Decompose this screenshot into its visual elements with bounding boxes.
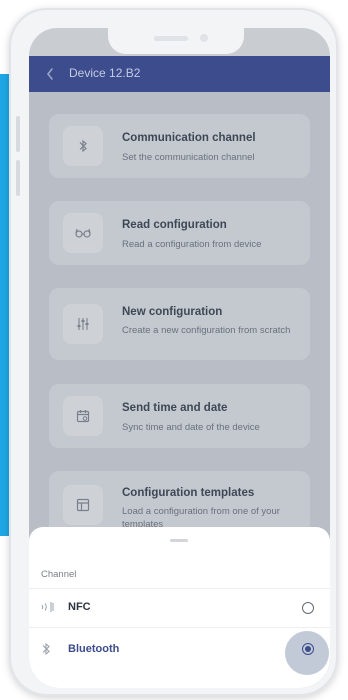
glasses-icon xyxy=(63,213,103,253)
front-camera xyxy=(200,34,208,42)
speaker xyxy=(154,36,188,41)
menu-item-read-configuration[interactable]: Read configuration Read a configuration … xyxy=(49,201,310,265)
template-icon xyxy=(63,485,103,525)
channel-bottom-sheet: Channel NFC Bluetooth xyxy=(29,527,330,688)
phone-notch xyxy=(108,28,244,54)
sheet-label: Channel xyxy=(41,569,77,580)
channel-option-label: NFC xyxy=(68,601,91,613)
bluetooth-icon xyxy=(42,642,50,656)
sheet-drag-handle[interactable] xyxy=(170,539,188,542)
menu-item-title: Configuration templates xyxy=(122,487,255,499)
page-title: Device 12.B2 xyxy=(69,66,141,80)
calendar-icon xyxy=(63,396,103,436)
phone-screen: Device 12.B2 Communication channel Set t… xyxy=(29,28,330,688)
settings-sliders-icon xyxy=(63,304,103,344)
menu-item-subtitle: Read a configuration from device xyxy=(122,239,262,250)
nfc-icon xyxy=(41,602,54,612)
menu-item-new-configuration[interactable]: New configuration Create a new configura… xyxy=(49,288,310,360)
chevron-left-icon[interactable] xyxy=(45,66,55,82)
menu-item-title: Communication channel xyxy=(122,132,256,144)
menu-item-subtitle: Sync time and date of the device xyxy=(122,422,260,433)
menu-item-communication-channel[interactable]: Communication channel Set the communicat… xyxy=(49,114,310,178)
menu-item-title: New configuration xyxy=(122,306,223,318)
menu-item-send-time-and-date[interactable]: Send time and date Sync time and date of… xyxy=(49,384,310,448)
menu-item-title: Send time and date xyxy=(122,402,228,414)
app-bar: Device 12.B2 xyxy=(29,56,330,92)
radio-selected-dot xyxy=(305,646,311,652)
bluetooth-radio[interactable] xyxy=(302,643,314,655)
menu-item-title: Read configuration xyxy=(122,219,227,231)
bluetooth-icon xyxy=(63,126,103,166)
menu-item-subtitle: Create a new configuration from scratch xyxy=(122,325,291,336)
volume-up-button xyxy=(16,116,20,152)
volume-down-button xyxy=(16,160,20,196)
channel-option-nfc[interactable]: NFC xyxy=(29,589,330,627)
nfc-radio[interactable] xyxy=(302,602,314,614)
channel-option-bluetooth[interactable]: Bluetooth xyxy=(29,628,330,676)
menu-item-subtitle: Set the communication channel xyxy=(122,152,255,163)
channel-option-label: Bluetooth xyxy=(68,643,120,655)
